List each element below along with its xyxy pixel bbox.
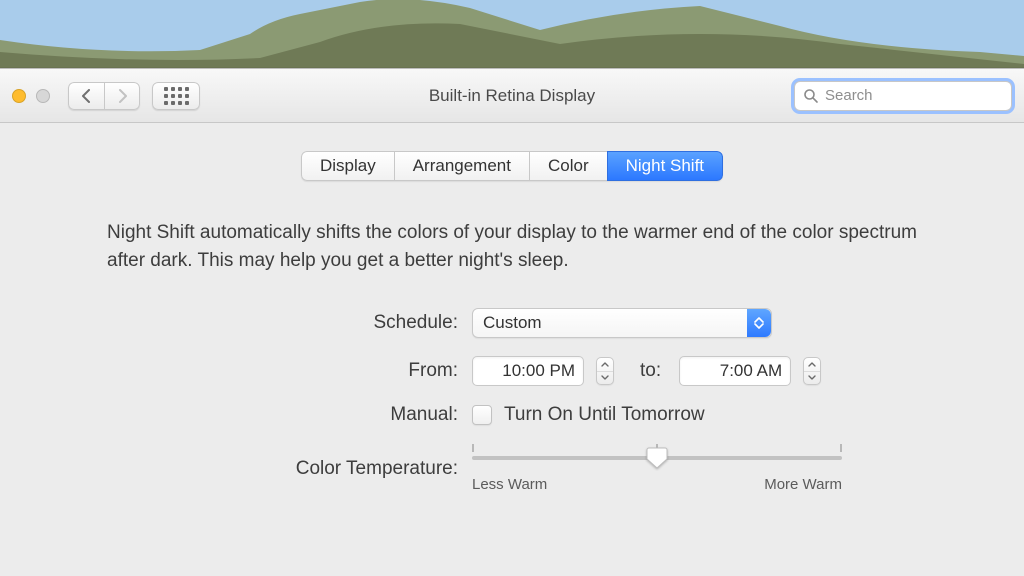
window-titlebar: Built-in Retina Display — [0, 69, 1024, 123]
manual-checkbox[interactable] — [472, 405, 492, 425]
back-button[interactable] — [68, 82, 104, 110]
stepper-up-icon — [804, 358, 820, 372]
stepper-down-icon — [597, 372, 613, 385]
forward-button[interactable] — [104, 82, 140, 110]
tab-night-shift[interactable]: Night Shift — [607, 151, 723, 181]
popup-arrows-icon — [747, 309, 771, 337]
night-shift-description: Night Shift automatically shifts the col… — [107, 219, 917, 274]
to-time-stepper[interactable] — [803, 357, 821, 385]
nav-back-forward-group — [68, 82, 140, 110]
from-time-field[interactable]: 10:00 PM — [472, 356, 584, 386]
chevron-left-icon — [81, 89, 92, 103]
night-shift-form: Schedule: Custom From: 10:00 PM — [122, 308, 902, 493]
preferences-window: Built-in Retina Display Display Arrangem… — [0, 68, 1024, 576]
manual-checkbox-label: Turn On Until Tomorrow — [504, 404, 705, 426]
color-temperature-label: Color Temperature: — [122, 458, 472, 480]
search-icon — [803, 88, 819, 104]
schedule-row: Schedule: Custom — [122, 308, 902, 338]
stepper-down-icon — [804, 372, 820, 385]
slider-thumb[interactable] — [646, 446, 668, 470]
stepper-up-icon — [597, 358, 613, 372]
show-all-group — [152, 82, 200, 110]
slider-tick — [840, 444, 842, 452]
slider-sublabels: Less Warm More Warm — [472, 476, 842, 493]
to-label: to: — [640, 360, 661, 382]
color-temperature-row: Color Temperature: L — [122, 444, 902, 493]
tab-bar: Display Arrangement Color Night Shift — [301, 151, 723, 181]
manual-label: Manual: — [122, 404, 472, 426]
show-all-button[interactable] — [152, 82, 200, 110]
tab-display[interactable]: Display — [301, 151, 394, 181]
schedule-label: Schedule: — [122, 312, 472, 334]
more-warm-label: More Warm — [764, 476, 842, 493]
search-input[interactable] — [825, 87, 1003, 104]
color-temperature-slider[interactable] — [472, 444, 842, 470]
from-label: From: — [122, 360, 472, 382]
minimize-window-button[interactable] — [36, 89, 50, 103]
less-warm-label: Less Warm — [472, 476, 547, 493]
tab-arrangement[interactable]: Arrangement — [394, 151, 529, 181]
schedule-popup[interactable]: Custom — [472, 308, 772, 338]
schedule-value: Custom — [483, 313, 542, 333]
chevron-right-icon — [117, 89, 128, 103]
time-range-row: From: 10:00 PM to: 7:00 AM — [122, 356, 902, 386]
wallpaper-mountain-art — [0, 0, 1024, 75]
grid-icon — [164, 87, 189, 105]
traffic-lights — [12, 89, 50, 103]
close-window-button[interactable] — [12, 89, 26, 103]
manual-row: Manual: Turn On Until Tomorrow — [122, 404, 902, 426]
slider-tick — [472, 444, 474, 452]
search-field[interactable] — [794, 81, 1012, 111]
tab-color[interactable]: Color — [529, 151, 607, 181]
from-time-stepper[interactable] — [596, 357, 614, 385]
content-area: Display Arrangement Color Night Shift Ni… — [0, 123, 1024, 576]
to-time-field[interactable]: 7:00 AM — [679, 356, 791, 386]
